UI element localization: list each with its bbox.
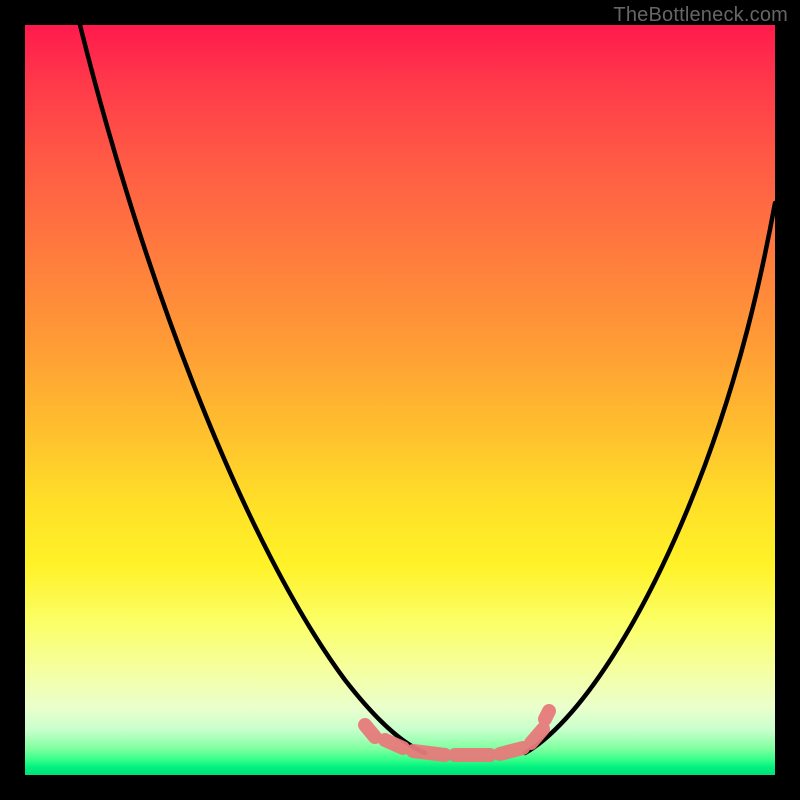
curve-left	[80, 25, 425, 753]
attribution-watermark: TheBottleneck.com	[613, 4, 788, 27]
chart-frame: TheBottleneck.com	[0, 0, 800, 800]
curve-overlay	[25, 25, 775, 775]
bottleneck-gradient-plot	[25, 25, 775, 775]
curve-right	[525, 203, 775, 753]
